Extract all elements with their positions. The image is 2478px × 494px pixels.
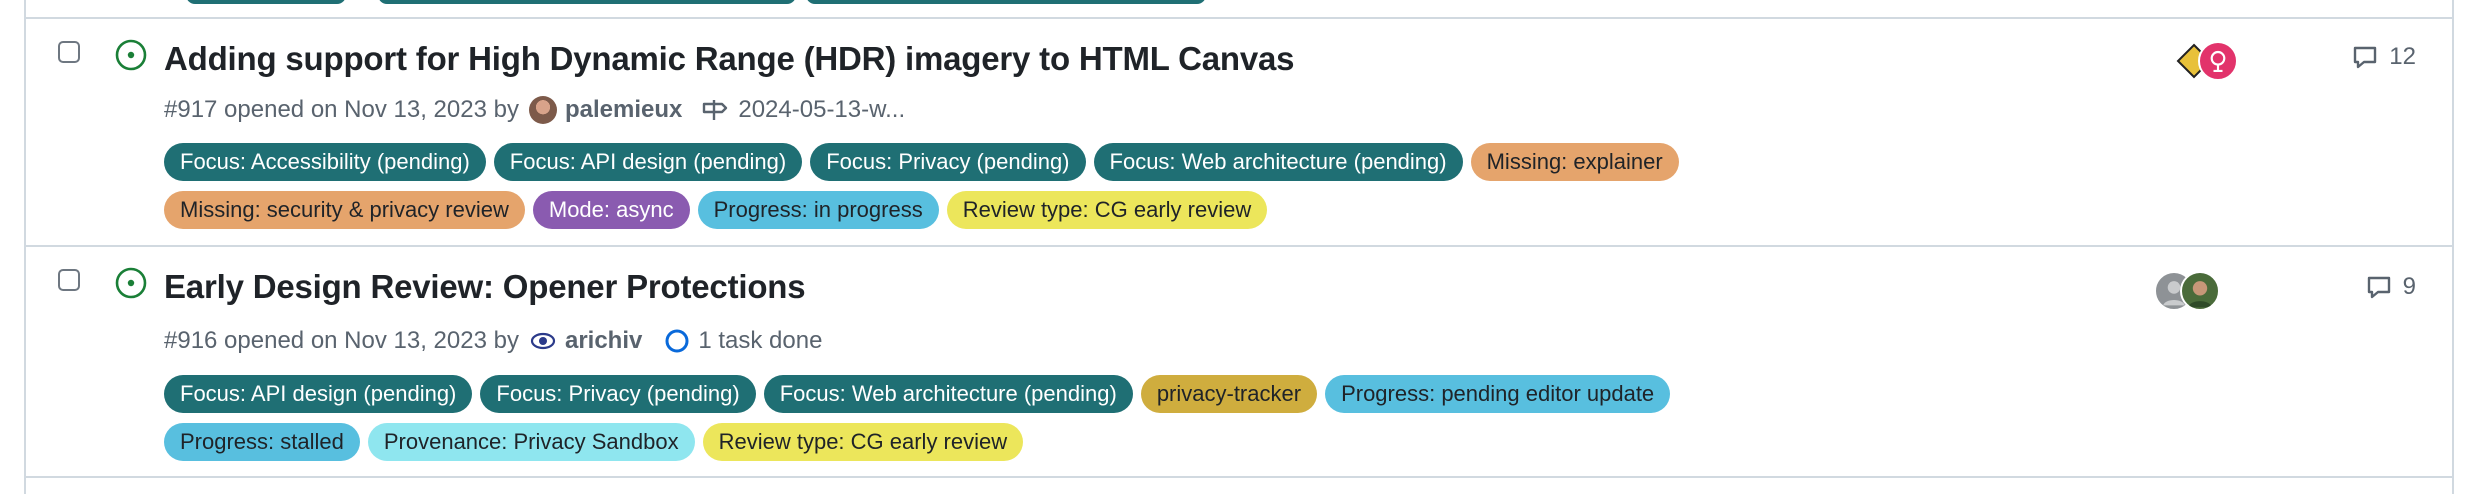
comment-icon bbox=[2354, 46, 2377, 69]
issue-title[interactable]: Early Design Review: Opener Protections bbox=[164, 268, 806, 306]
assignees[interactable] bbox=[2154, 271, 2220, 311]
comment-count-text: 12 bbox=[2389, 43, 2416, 70]
task-progress-text[interactable]: 1 task done bbox=[698, 327, 822, 355]
issue-meta: #917 opened on Nov 13, 2023 by palemieux… bbox=[164, 95, 905, 125]
label[interactable]: Focus: Accessibility (pending) bbox=[164, 143, 486, 181]
label[interactable]: Focus: Web architecture (pending) bbox=[1093, 143, 1463, 181]
milestone-link[interactable]: 2024-05-13-w... bbox=[738, 96, 905, 124]
issue-row[interactable]: Adding support for High Dynamic Range (H… bbox=[26, 19, 2452, 245]
label-list: Focus: API design (pending) Focus: Priva… bbox=[164, 375, 1832, 461]
assignee-avatar[interactable] bbox=[2180, 271, 2220, 311]
row-divider bbox=[26, 476, 2452, 478]
label[interactable]: Focus: Web architecture (pending) bbox=[763, 375, 1133, 413]
label[interactable]: Focus: API design (pending) bbox=[493, 143, 803, 181]
author-link[interactable]: arichiv bbox=[565, 327, 642, 355]
issue-title[interactable]: Adding support for High Dynamic Range (H… bbox=[164, 40, 1294, 78]
label[interactable]: Provenance: Privacy Sandbox bbox=[367, 423, 695, 461]
label[interactable]: Progress: pending editor update bbox=[1325, 375, 1671, 413]
issue-number-date: #916 opened on Nov 13, 2023 by bbox=[164, 327, 519, 354]
milestone-icon bbox=[703, 100, 728, 120]
issue-number-date: #917 opened on Nov 13, 2023 by bbox=[164, 96, 519, 123]
author-avatar[interactable] bbox=[528, 96, 557, 124]
label[interactable]: Focus: Privacy (pending) bbox=[480, 375, 756, 413]
issue-list: Adding support for High Dynamic Range (H… bbox=[24, 0, 2454, 494]
issue-opened-icon bbox=[115, 267, 147, 299]
label[interactable]: Missing: explainer bbox=[1470, 143, 1679, 181]
issue-meta: #916 opened on Nov 13, 2023 by arichiv 1… bbox=[164, 327, 822, 355]
author-avatar[interactable] bbox=[528, 327, 557, 355]
label[interactable]: privacy-tracker bbox=[1140, 375, 1318, 413]
label-partial[interactable] bbox=[378, 0, 796, 4]
issue-opened-icon bbox=[115, 39, 147, 71]
task-progress-icon bbox=[665, 329, 689, 353]
author-link[interactable]: palemieux bbox=[565, 96, 682, 124]
label[interactable]: Progress: stalled bbox=[164, 423, 360, 461]
label[interactable]: Missing: security & privacy review bbox=[164, 191, 525, 229]
label[interactable]: Mode: async bbox=[532, 191, 690, 229]
comment-count[interactable]: 9 bbox=[2365, 273, 2416, 301]
comment-count-text: 9 bbox=[2402, 273, 2416, 300]
comment-icon bbox=[2367, 276, 2390, 299]
select-checkbox[interactable] bbox=[58, 269, 80, 291]
label[interactable]: Review type: CG early review bbox=[702, 423, 1024, 461]
select-checkbox[interactable] bbox=[58, 41, 80, 63]
comment-count[interactable]: 12 bbox=[2351, 43, 2416, 71]
label-partial[interactable] bbox=[186, 0, 346, 4]
assignees[interactable] bbox=[2174, 41, 2238, 81]
label[interactable]: Review type: CG early review bbox=[946, 191, 1268, 229]
issue-row[interactable]: Early Design Review: Opener Protections … bbox=[26, 247, 2452, 476]
assignee-avatar[interactable] bbox=[2198, 41, 2238, 81]
label-list: Focus: Accessibility (pending) Focus: AP… bbox=[164, 143, 1832, 229]
label-partial[interactable] bbox=[806, 0, 1206, 4]
label[interactable]: Focus: API design (pending) bbox=[164, 375, 473, 413]
label[interactable]: Focus: Privacy (pending) bbox=[810, 143, 1086, 181]
label[interactable]: Progress: in progress bbox=[697, 191, 939, 229]
